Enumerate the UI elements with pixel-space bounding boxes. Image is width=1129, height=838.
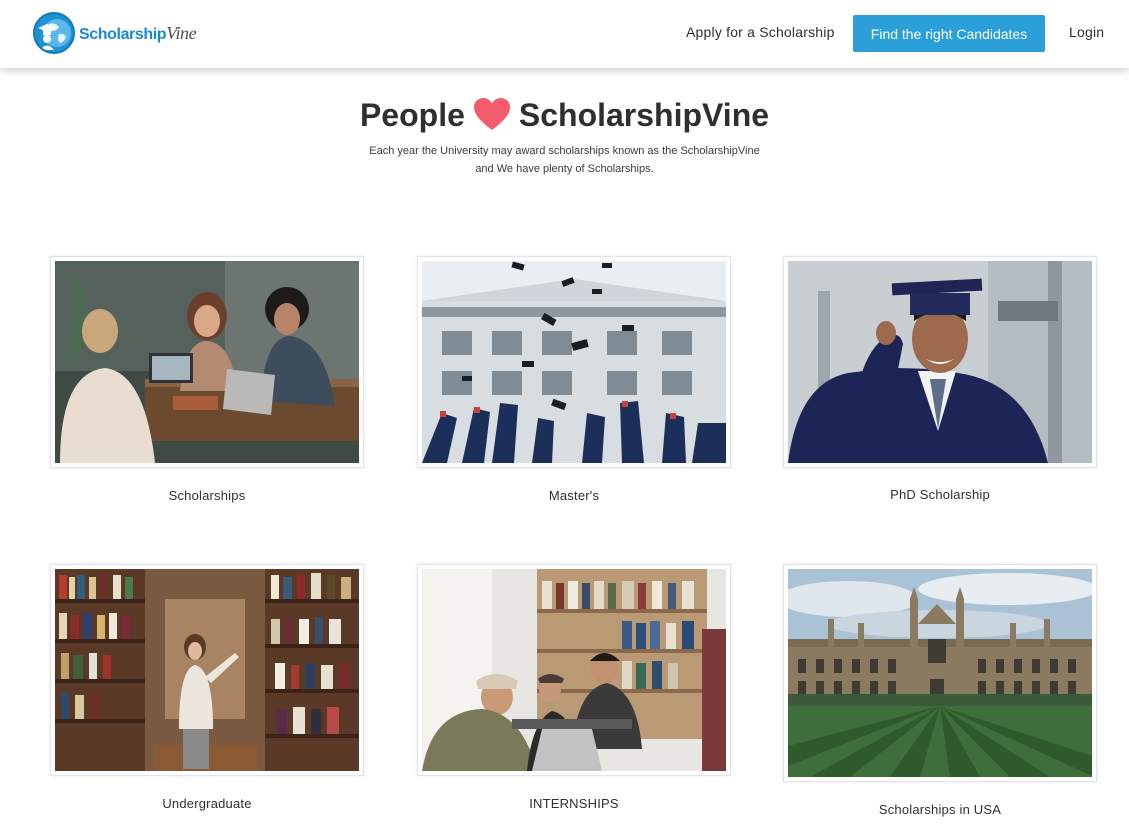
category-label[interactable]: INTERNSHIPS bbox=[417, 796, 731, 811]
apply-scholarship-link[interactable]: Apply for a Scholarship bbox=[686, 24, 835, 40]
team-at-laptop-image bbox=[422, 569, 726, 771]
category-card-internships[interactable]: INTERNSHIPS bbox=[417, 564, 731, 811]
category-label[interactable]: Undergraduate bbox=[50, 796, 364, 811]
hero-subtitle: Each year the University may award schol… bbox=[369, 145, 760, 175]
category-card-usa[interactable]: Scholarships in USA bbox=[783, 564, 1097, 817]
card-image-frame[interactable] bbox=[50, 564, 364, 776]
category-label[interactable]: Scholarships bbox=[50, 488, 364, 503]
library-aisle-image bbox=[55, 569, 359, 771]
category-card-scholarships[interactable]: Scholarships bbox=[50, 256, 364, 503]
globe-graduate-icon bbox=[33, 12, 75, 54]
top-navbar: ScholarshipVine Apply for a Scholarship … bbox=[0, 0, 1129, 68]
card-image-frame[interactable] bbox=[783, 256, 1097, 468]
category-card-masters[interactable]: Master's bbox=[417, 256, 731, 503]
card-image-frame[interactable] bbox=[417, 256, 731, 468]
university-building-image bbox=[788, 569, 1092, 777]
graduates-throwing-caps-image bbox=[422, 261, 726, 463]
category-card-undergraduate[interactable]: Undergraduate bbox=[50, 564, 364, 811]
category-card-phd[interactable]: PhD Scholarship bbox=[783, 256, 1097, 502]
category-label[interactable]: Master's bbox=[417, 488, 731, 503]
brand-name: ScholarshipVine bbox=[79, 22, 197, 43]
find-candidates-button[interactable]: Find the right Candidates bbox=[853, 15, 1045, 52]
students-working-image bbox=[55, 261, 359, 463]
login-link[interactable]: Login bbox=[1069, 24, 1104, 40]
title-people: People bbox=[359, 97, 465, 133]
brand-logo[interactable]: ScholarshipVine bbox=[33, 11, 197, 55]
title-brand: ScholarshipVine bbox=[518, 97, 770, 133]
category-label[interactable]: PhD Scholarship bbox=[783, 487, 1097, 502]
card-image-frame[interactable] bbox=[417, 564, 731, 776]
graduate-in-gown-image bbox=[788, 261, 1092, 463]
card-image-frame[interactable] bbox=[783, 564, 1097, 782]
page-title: People ScholarshipVine bbox=[0, 97, 1129, 134]
heart-icon bbox=[473, 97, 511, 131]
card-image-frame[interactable] bbox=[50, 256, 364, 468]
category-label[interactable]: Scholarships in USA bbox=[783, 802, 1097, 817]
